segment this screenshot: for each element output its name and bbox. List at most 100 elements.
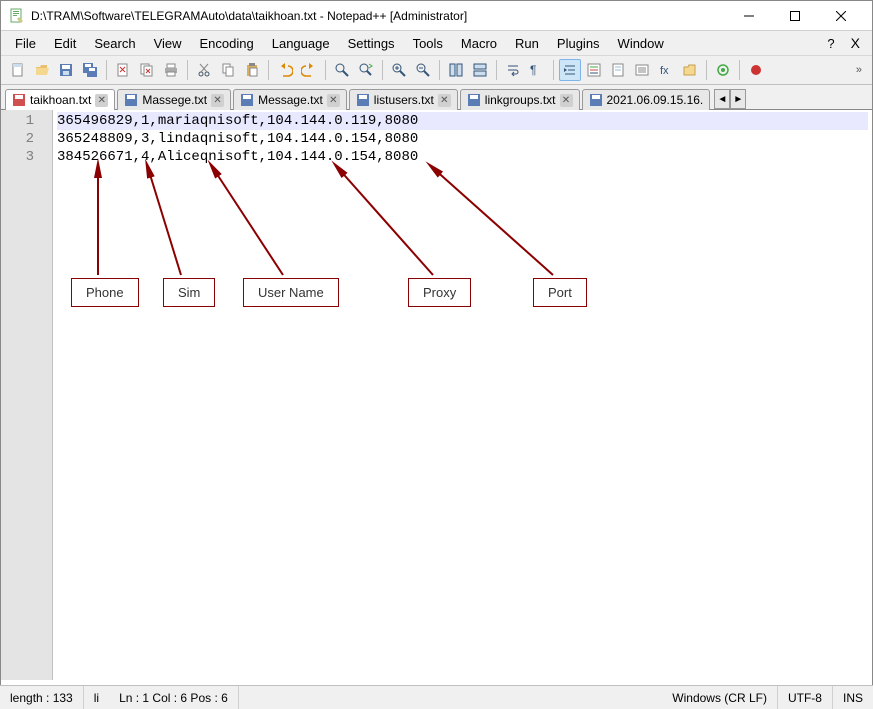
line-gutter: 1 2 3 <box>1 110 53 680</box>
wordwrap-icon[interactable] <box>502 59 524 81</box>
toolbar-separator <box>382 60 383 80</box>
editor-line: 384526671,4,Aliceqnisoft,104.144.0.154,8… <box>57 148 868 166</box>
file-icon <box>356 93 370 107</box>
tab-2021[interactable]: 2021.06.09.15.16. <box>582 89 711 110</box>
line-number: 2 <box>1 130 52 148</box>
toolbar-separator <box>325 60 326 80</box>
zoom-out-icon[interactable] <box>412 59 434 81</box>
doc-list-icon[interactable] <box>631 59 653 81</box>
window-title: D:\TRAM\Software\TELEGRAMAuto\data\taikh… <box>31 9 726 23</box>
tab-label: Massege.txt <box>142 93 207 107</box>
undo-icon[interactable] <box>274 59 296 81</box>
tab-listusers[interactable]: listusers.txt ✕ <box>349 89 458 110</box>
menu-settings[interactable]: Settings <box>340 34 403 53</box>
menu-plugins[interactable]: Plugins <box>549 34 608 53</box>
tab-close-icon[interactable]: ✕ <box>560 94 573 107</box>
paste-icon[interactable] <box>241 59 263 81</box>
tab-massege[interactable]: Massege.txt ✕ <box>117 89 231 110</box>
close-button[interactable] <box>818 1 864 31</box>
status-lines: li <box>84 686 109 709</box>
maximize-button[interactable] <box>772 1 818 31</box>
file-icon <box>589 93 603 107</box>
tab-message[interactable]: Message.txt ✕ <box>233 89 347 110</box>
menu-window[interactable]: Window <box>610 34 672 53</box>
status-eol[interactable]: Windows (CR LF) <box>662 686 778 709</box>
tab-close-icon[interactable]: ✕ <box>95 94 108 107</box>
indent-icon[interactable] <box>559 59 581 81</box>
close-doc-icon[interactable] <box>112 59 134 81</box>
tab-scroll-right[interactable]: ► <box>730 89 746 109</box>
tab-label: listusers.txt <box>374 93 434 107</box>
print-icon[interactable] <box>160 59 182 81</box>
tab-label: 2021.06.09.15.16. <box>607 93 704 107</box>
cut-icon[interactable] <box>193 59 215 81</box>
folder-icon[interactable] <box>679 59 701 81</box>
menu-view[interactable]: View <box>146 34 190 53</box>
udl-icon[interactable] <box>583 59 605 81</box>
status-position: Ln : 1 Col : 6 Pos : 6 <box>109 686 239 709</box>
status-bar: length : 133 li Ln : 1 Col : 6 Pos : 6 W… <box>0 685 873 709</box>
open-icon[interactable] <box>31 59 53 81</box>
new-icon[interactable] <box>7 59 29 81</box>
menu-language[interactable]: Language <box>264 34 338 53</box>
annotation-port: Port <box>533 278 587 307</box>
app-icon <box>9 8 25 24</box>
tab-scroll-left[interactable]: ◄ <box>714 89 730 109</box>
redo-icon[interactable] <box>298 59 320 81</box>
toolbar-separator <box>439 60 440 80</box>
tab-nav: ◄ ► <box>714 89 746 109</box>
show-all-icon[interactable]: ¶ <box>526 59 548 81</box>
save-icon[interactable] <box>55 59 77 81</box>
toolbar-separator <box>553 60 554 80</box>
status-encoding[interactable]: UTF-8 <box>778 686 833 709</box>
menu-run[interactable]: Run <box>507 34 547 53</box>
file-dirty-icon <box>12 93 26 107</box>
find-icon[interactable] <box>331 59 353 81</box>
toolbar-separator <box>187 60 188 80</box>
minimize-button[interactable] <box>726 1 772 31</box>
file-icon <box>124 93 138 107</box>
menu-macro[interactable]: Macro <box>453 34 505 53</box>
toolbar: ¶ fx » <box>1 55 872 85</box>
window-controls <box>726 1 864 31</box>
menu-encoding[interactable]: Encoding <box>192 34 262 53</box>
sync-h-icon[interactable] <box>469 59 491 81</box>
toolbar-overflow-icon[interactable]: » <box>852 64 866 76</box>
title-bar: D:\TRAM\Software\TELEGRAMAuto\data\taikh… <box>1 1 872 31</box>
tab-close-icon[interactable]: ✕ <box>327 94 340 107</box>
editor-line: 365496829,1,mariaqnisoft,104.144.0.119,8… <box>57 112 868 130</box>
tab-close-icon[interactable]: ✕ <box>211 94 224 107</box>
toolbar-separator <box>268 60 269 80</box>
save-all-icon[interactable] <box>79 59 101 81</box>
tab-close-icon[interactable]: ✕ <box>438 94 451 107</box>
menu-search[interactable]: Search <box>86 34 143 53</box>
close-all-icon[interactable] <box>136 59 158 81</box>
tab-taikhoan[interactable]: taikhoan.txt ✕ <box>5 89 115 110</box>
menu-help[interactable]: ? <box>819 34 842 53</box>
sync-v-icon[interactable] <box>445 59 467 81</box>
file-icon <box>467 93 481 107</box>
tab-linkgroups[interactable]: linkgroups.txt ✕ <box>460 89 580 110</box>
status-ins[interactable]: INS <box>833 686 873 709</box>
tab-bar: taikhoan.txt ✕ Massege.txt ✕ Message.txt… <box>1 85 872 110</box>
menu-edit[interactable]: Edit <box>46 34 84 53</box>
menu-tools[interactable]: Tools <box>405 34 451 53</box>
menu-close-doc[interactable]: X <box>845 33 866 53</box>
replace-icon[interactable] <box>355 59 377 81</box>
svg-text:¶: ¶ <box>530 63 536 77</box>
function-list-icon[interactable]: fx <box>655 59 677 81</box>
zoom-in-icon[interactable] <box>388 59 410 81</box>
record-icon[interactable] <box>745 59 767 81</box>
file-icon <box>240 93 254 107</box>
annotation-sim: Sim <box>163 278 215 307</box>
svg-text:fx: fx <box>660 65 669 77</box>
doc-map-icon[interactable] <box>607 59 629 81</box>
menu-file[interactable]: File <box>7 34 44 53</box>
tab-label: taikhoan.txt <box>30 93 91 107</box>
copy-icon[interactable] <box>217 59 239 81</box>
tab-label: linkgroups.txt <box>485 93 556 107</box>
monitor-icon[interactable] <box>712 59 734 81</box>
toolbar-separator <box>496 60 497 80</box>
editor-area: 1 2 3 365496829,1,mariaqnisoft,104.144.0… <box>1 110 872 680</box>
text-editor[interactable]: 365496829,1,mariaqnisoft,104.144.0.119,8… <box>53 110 872 680</box>
